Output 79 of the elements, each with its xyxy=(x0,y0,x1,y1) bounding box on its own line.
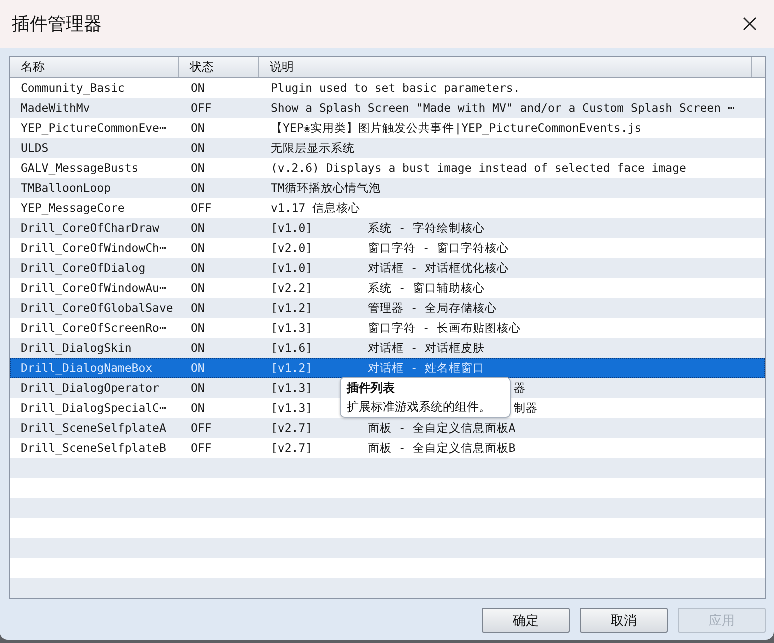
table-cell-text: Drill_SceneSelfplateA xyxy=(20,421,168,435)
table-cell-text: Drill_CoreOfScreenRo⋯ xyxy=(20,321,168,335)
tooltip-title: 插件列表 xyxy=(347,381,396,395)
table-cell-text: Drill_SceneSelfplateB xyxy=(20,441,168,455)
description-text: 面板 - 全自定义信息面板A xyxy=(368,420,516,436)
table-cell-text: Drill_CoreOfWindowCh⋯ xyxy=(20,241,168,255)
table-cell-text: MadeWithMv xyxy=(20,101,92,115)
close-icon xyxy=(742,16,758,32)
description-text: 系统 - 窗口辅助核心 xyxy=(368,280,485,296)
version-text: [v2.7] xyxy=(271,420,313,434)
description-text: 面板 - 全自定义信息面板B xyxy=(368,440,516,456)
table-cell-text: Drill_CoreOfGlobalSave xyxy=(20,301,174,315)
table-cell-text: OFF xyxy=(190,101,213,115)
table-cell-text: Drill_DialogOperator xyxy=(20,381,160,395)
table-cell-text: OFF xyxy=(190,441,213,455)
description-text: Plugin used to set basic parameters. xyxy=(271,81,520,95)
description-text: 窗口字符 - 窗口字符核心 xyxy=(368,240,509,256)
table-cell-text: TMBalloonLoop xyxy=(20,181,112,195)
description-text: TM循环播放心情气泡 xyxy=(271,180,381,196)
description-text: (v.2.6) Displays a bust image instead of selected face image xyxy=(271,161,686,175)
table-cell-text: ON xyxy=(190,281,206,295)
version-text: [v2.0] xyxy=(271,240,313,254)
version-text: [v1.2] xyxy=(271,300,313,314)
description-text: v1.17 信息核心 xyxy=(271,200,361,216)
table-cell-text: ON xyxy=(190,81,206,95)
table-cell-text: ON xyxy=(190,181,206,195)
description-text: 对话框 - 对话框皮肤 xyxy=(368,340,485,356)
table-cell-text: Drill_CoreOfCharDraw xyxy=(20,221,160,235)
description-text: 窗口字符 - 长画布贴图核心 xyxy=(368,320,521,336)
description-text: 【YEP❀实用类】图片触发公共事件|YEP_PictureCommonEvents.js xyxy=(271,120,642,136)
table-cell-text: GALV_MessageBusts xyxy=(20,161,140,175)
dialog-button[interactable]: 取消 xyxy=(580,608,668,633)
table-cell-text: Drill_CoreOfWindowAu⋯ xyxy=(20,281,168,295)
table-cell-text: ON xyxy=(190,401,206,415)
version-text: [v1.0] xyxy=(271,220,313,234)
column-header[interactable]: 状态 xyxy=(179,57,259,77)
table-cell-text: YEP_MessageCore xyxy=(20,201,126,215)
table-cell-text: ULDS xyxy=(20,141,50,155)
table-cell-text: ON xyxy=(190,161,206,175)
description-text: 制器 xyxy=(514,400,538,416)
description-text: Show a Splash Screen "Made with MV" and/or a Custom Splash Screen ⋯ xyxy=(271,101,735,115)
description-text: 对话框 - 对话框优化核心 xyxy=(368,260,509,276)
version-text: [v1.2] xyxy=(271,360,313,374)
table-cell-text: YEP_PictureCommonEve⋯ xyxy=(20,121,168,135)
version-text: [v2.2] xyxy=(271,280,313,294)
table-cell-text: Drill_DialogNameBox xyxy=(20,361,154,375)
version-text: [v1.0] xyxy=(271,260,313,274)
dialog-button[interactable]: 确定 xyxy=(482,608,570,633)
description-text: 无限层显示系统 xyxy=(271,140,355,156)
table-cell-text: Community_Basic xyxy=(20,81,126,95)
version-text: [v1.3] xyxy=(271,320,313,334)
table-cell-text: Drill_DialogSkin xyxy=(20,341,133,355)
table-cell-text: ON xyxy=(190,341,206,355)
description-text: 器 xyxy=(514,380,526,396)
table-cell-text: Drill_DialogSpecialC⋯ xyxy=(20,401,168,415)
tooltip-text: 扩展标准游戏系统的组件。 xyxy=(347,400,492,414)
window-title: 插件管理器 xyxy=(12,13,102,36)
table-cell-text: ON xyxy=(190,221,206,235)
version-text: [v1.3] xyxy=(271,400,313,414)
column-header[interactable]: 名称 xyxy=(10,57,179,77)
table-cell-text: ON xyxy=(190,361,206,375)
version-text: [v2.7] xyxy=(271,440,313,454)
table-cell-text: OFF xyxy=(190,421,213,435)
table-cell-text: ON xyxy=(190,121,206,135)
version-text: [v1.3] xyxy=(271,380,313,394)
table-cell-text: OFF xyxy=(190,201,213,215)
table-cell-text: ON xyxy=(190,241,206,255)
description-text: 系统 - 字符绘制核心 xyxy=(368,220,485,236)
description-text: 管理器 - 全局存储核心 xyxy=(368,300,497,316)
table-cell-text: ON xyxy=(190,381,206,395)
selected-row[interactable]: Drill_DialogNameBox ON [v1.2] 对话框 - 姓名框窗口 xyxy=(10,358,765,378)
table-cell-text: ON xyxy=(190,261,206,275)
table-cell-text: ON xyxy=(190,301,206,315)
table-cell-text: ON xyxy=(190,321,206,335)
version-text: [v1.6] xyxy=(271,340,313,354)
table-cell-text: Drill_CoreOfDialog xyxy=(20,261,147,275)
column-header[interactable]: 说明 xyxy=(259,57,752,77)
table-cell-text: ON xyxy=(190,141,206,155)
description-text: 对话框 - 姓名框窗口 xyxy=(368,360,485,376)
